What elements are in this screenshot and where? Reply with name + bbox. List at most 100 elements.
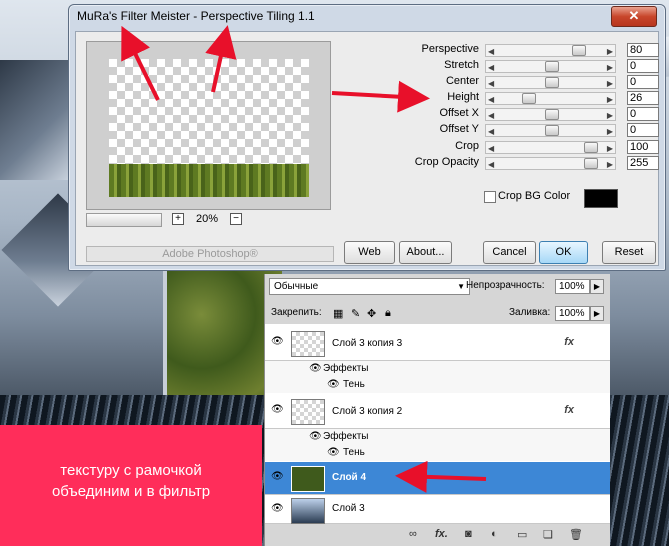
layer-row[interactable]: 👁︎ Слой 3 копия 3 fx: [265, 326, 610, 361]
arrow-left-icon[interactable]: ◀: [488, 111, 494, 120]
param-value-field[interactable]: 26: [627, 91, 659, 105]
slider-thumb[interactable]: [572, 45, 587, 56]
shadow-effect-row[interactable]: 👁︎ Тень: [265, 377, 610, 393]
link-layers-icon[interactable]: ∞: [409, 528, 417, 540]
slider-thumb[interactable]: [583, 142, 598, 153]
arrow-left-icon[interactable]: ◀: [488, 127, 494, 136]
layers-panel: Обычные ▼ Непрозрачность: 100% ▶ Закрепи…: [264, 274, 610, 546]
arrow-right-icon[interactable]: ▶: [607, 79, 613, 88]
dialog-title: MuRa's Filter Meister - Perspective Tili…: [77, 9, 315, 23]
layer-style-icon[interactable]: fx.: [435, 528, 448, 540]
visibility-eye-icon[interactable]: 👁︎: [327, 379, 340, 390]
lock-all-icon[interactable]: 🔒︎: [385, 307, 391, 320]
arrow-right-icon[interactable]: ▶: [607, 127, 613, 136]
shadow-label: Тень: [343, 447, 365, 458]
visibility-eye-icon[interactable]: 👁︎: [271, 471, 284, 482]
arrow-left-icon[interactable]: ◀: [488, 79, 494, 88]
zoom-slider[interactable]: [86, 213, 162, 227]
lock-pixels-icon[interactable]: ✎: [351, 307, 360, 320]
param-slider[interactable]: ◀ ▶: [485, 157, 616, 170]
cancel-button[interactable]: Cancel: [483, 241, 536, 264]
opacity-arrow[interactable]: ▶: [590, 279, 604, 294]
param-value-field[interactable]: 0: [627, 107, 659, 121]
param-value-field[interactable]: 0: [627, 123, 659, 137]
fx-icon[interactable]: fx: [564, 336, 574, 348]
arrow-left-icon[interactable]: ◀: [488, 144, 494, 153]
param-slider[interactable]: ◀ ▶: [485, 141, 616, 154]
param-row: Center ◀ ▶ 0: [336, 75, 659, 89]
lock-label: Закрепить:: [271, 307, 322, 318]
slider-thumb[interactable]: [544, 77, 559, 88]
effects-row[interactable]: 👁︎ Эффекты: [265, 361, 610, 377]
web-button[interactable]: Web: [344, 241, 395, 264]
param-slider[interactable]: ◀ ▶: [485, 124, 616, 137]
zoom-in-button[interactable]: +: [172, 213, 184, 225]
param-value-field[interactable]: 80: [627, 43, 659, 57]
visibility-eye-icon[interactable]: 👁︎: [271, 503, 284, 514]
arrow-right-icon[interactable]: ▶: [607, 160, 613, 169]
shadow-effect-row[interactable]: 👁︎ Тень: [265, 445, 610, 461]
param-value-field[interactable]: 100: [627, 140, 659, 154]
shadow-label: Тень: [343, 379, 365, 390]
effects-row[interactable]: 👁︎ Эффекты: [265, 429, 610, 445]
slider-thumb[interactable]: [544, 61, 559, 72]
param-slider[interactable]: ◀ ▶: [485, 76, 616, 89]
opacity-field[interactable]: 100%: [555, 279, 590, 294]
layer-thumbnail: [291, 466, 325, 492]
visibility-eye-icon[interactable]: 👁︎: [327, 447, 340, 458]
param-row: Crop ◀ ▶ 100: [336, 140, 659, 154]
arrow-right-icon[interactable]: ▶: [607, 63, 613, 72]
arrow-right-icon[interactable]: ▶: [607, 47, 613, 56]
adjustment-layer-icon[interactable]: ◐: [491, 528, 498, 540]
lock-position-icon[interactable]: ✥: [367, 307, 376, 320]
layers-toolbar: ∞ fx. ◙ ◐ ▭ ❏ 🗑︎: [265, 524, 610, 546]
layer-row[interactable]: 👁︎ Слой 3 копия 2 fx: [265, 394, 610, 429]
param-slider[interactable]: ◀ ▶: [485, 60, 616, 73]
lock-transparency-icon[interactable]: ▦: [333, 307, 343, 320]
caption-line-2: объединим и в фильтр: [51, 483, 211, 500]
param-value-field[interactable]: 0: [627, 59, 659, 73]
new-layer-icon[interactable]: ❏: [543, 528, 553, 541]
layer-row-selected[interactable]: 👁︎ Слой 4: [265, 462, 610, 495]
instruction-caption: текстуру с рамочкой объединим и в фильтр: [0, 425, 262, 546]
close-button[interactable]: ✕: [611, 6, 657, 27]
reset-button[interactable]: Reset: [602, 241, 656, 264]
blend-mode-select[interactable]: Обычные ▼: [269, 278, 470, 295]
arrow-right-icon[interactable]: ▶: [607, 144, 613, 153]
zoom-out-button[interactable]: −: [230, 213, 242, 225]
layer-thumbnail: [291, 331, 325, 357]
param-label: Height: [447, 91, 479, 103]
arrow-left-icon[interactable]: ◀: [488, 63, 494, 72]
arrow-left-icon[interactable]: ◀: [488, 160, 494, 169]
slider-thumb[interactable]: [522, 93, 537, 104]
fx-icon[interactable]: fx: [564, 404, 574, 416]
arrow-right-icon[interactable]: ▶: [607, 95, 613, 104]
arrow-left-icon[interactable]: ◀: [488, 47, 494, 56]
visibility-eye-icon[interactable]: 👁︎: [271, 404, 284, 415]
param-value-field[interactable]: 255: [627, 156, 659, 170]
slider-thumb[interactable]: [583, 158, 598, 169]
slider-thumb[interactable]: [544, 109, 559, 120]
arrow-right-icon[interactable]: ▶: [607, 111, 613, 120]
zoom-level: 20%: [196, 213, 219, 225]
param-slider[interactable]: ◀ ▶: [485, 44, 616, 57]
group-folder-icon[interactable]: ▭: [517, 528, 527, 541]
checkbox-box[interactable]: [484, 191, 496, 203]
layer-mask-icon[interactable]: ◙: [465, 528, 472, 540]
fill-arrow[interactable]: ▶: [590, 306, 604, 321]
ok-button[interactable]: OK: [539, 241, 588, 264]
visibility-eye-icon[interactable]: 👁︎: [309, 363, 322, 374]
layer-row[interactable]: 👁︎ Слой 3: [265, 495, 610, 524]
visibility-eye-icon[interactable]: 👁︎: [271, 336, 284, 347]
visibility-eye-icon[interactable]: 👁︎: [309, 431, 322, 442]
fill-field[interactable]: 100%: [555, 306, 590, 321]
param-slider[interactable]: ◀ ▶: [485, 92, 616, 105]
crop-bg-color-swatch[interactable]: [584, 189, 618, 208]
arrow-left-icon[interactable]: ◀: [488, 95, 494, 104]
slider-thumb[interactable]: [544, 125, 559, 136]
layer-thumbnail: [291, 399, 325, 425]
delete-layer-icon[interactable]: 🗑︎: [569, 528, 583, 541]
about-button[interactable]: About...: [399, 241, 452, 264]
param-value-field[interactable]: 0: [627, 75, 659, 89]
param-slider[interactable]: ◀ ▶: [485, 108, 616, 121]
